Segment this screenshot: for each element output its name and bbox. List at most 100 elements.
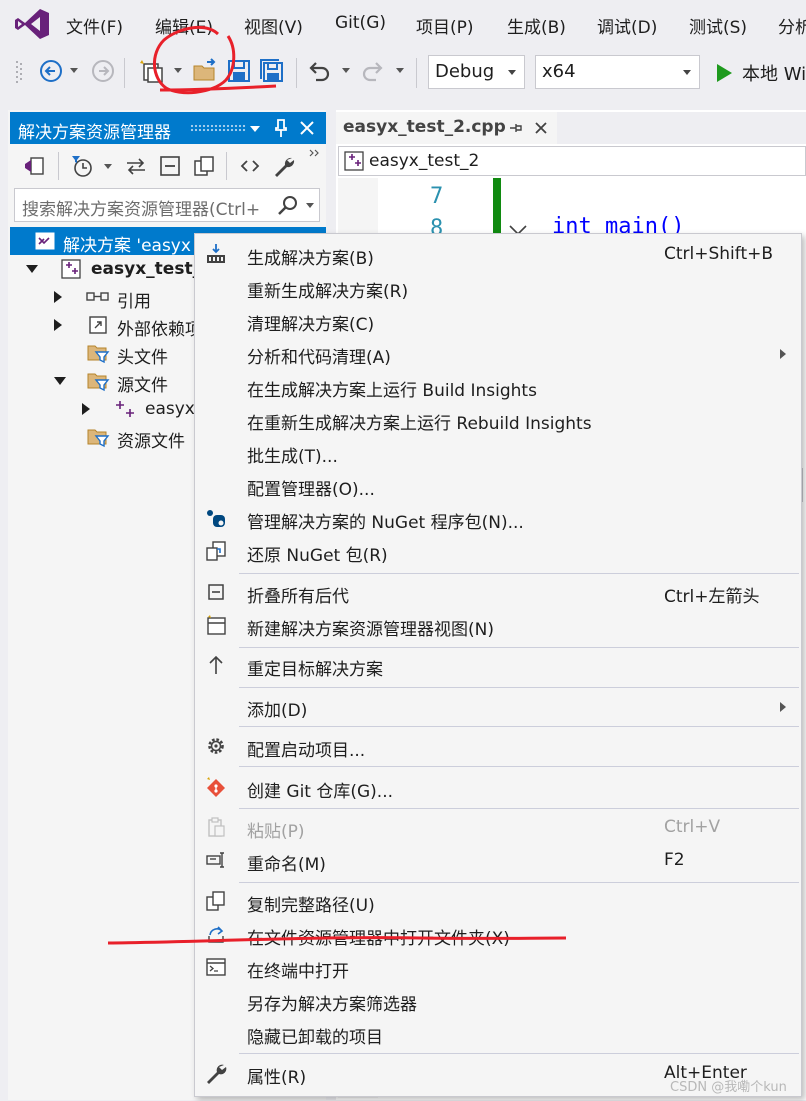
menu-item-paste[interactable]: 粘贴(P) Ctrl+V [195,812,801,842]
navigate-forward-icon[interactable] [90,58,116,84]
menu-item-open-in-file-explorer[interactable]: 在文件资源管理器中打开文件夹(X) [195,919,801,949]
solution-explorer-title: 解决方案资源管理器 [18,123,171,143]
menu-analyze[interactable]: 分析 [778,13,806,38]
menu-separator [239,882,799,883]
menu-item-manage-nuget[interactable]: 管理解决方案的 NuGet 程序包(N)... [195,503,801,533]
save-icon[interactable] [226,58,252,84]
chevron-down-icon [508,70,516,75]
solution-explorer-titlebar[interactable]: 解决方案资源管理器 [10,112,326,144]
solution-platform-value: x64 [542,61,576,82]
visual-studio-logo-icon [15,9,49,39]
toolbar-overflow-icon[interactable] [308,148,322,158]
menu-item-configuration-manager[interactable]: 配置管理器(O)... [195,470,801,500]
menu-item-build-insights[interactable]: 在生成解决方案上运行 Build Insights [195,371,801,401]
tree-item-label: 源文件 [117,376,168,396]
sync-with-active-document-icon[interactable] [124,154,148,178]
expander-closed-icon[interactable] [82,403,90,415]
menu-build[interactable]: 生成(B) [507,13,566,38]
expander-closed-icon[interactable] [54,291,62,303]
show-all-files-icon[interactable] [192,154,216,178]
cpp-file-icon [116,401,134,417]
properties-wrench-icon[interactable] [272,154,296,178]
filter-dropdown-icon[interactable] [104,164,112,169]
collapse-all-icon[interactable] [158,154,182,178]
toolbar-grip-icon[interactable] [14,58,24,88]
toolbar-separator [124,58,125,88]
menu-separator [239,687,799,688]
new-project-dropdown-icon[interactable] [174,68,182,73]
menu-project[interactable]: 项目(P) [416,13,474,38]
menu-item-batch-build[interactable]: 批生成(T)... [195,437,801,467]
start-debugging-label[interactable]: 本地 Wi [742,60,806,86]
menu-item-new-explorer-view[interactable]: 新建解决方案资源管理器视图(N) [195,610,801,640]
search-options-dropdown-icon[interactable] [306,203,314,208]
menu-item-hide-unloaded-projects[interactable]: 隐藏已卸载的项目 [195,1018,801,1048]
menu-view[interactable]: 视图(V) [244,13,303,38]
document-tab[interactable]: easyx_test_2.cpp [336,112,557,144]
line-number: 7 [430,184,444,209]
expander-closed-icon[interactable] [54,319,62,331]
menu-item-clean-solution[interactable]: 清理解决方案(C) [195,305,801,335]
expander-open-icon[interactable] [26,265,38,273]
menu-item-rebuild-solution[interactable]: 重新生成解决方案(R) [195,272,801,302]
menu-item-build-solution[interactable]: 生成解决方案(B) Ctrl+Shift+B [195,239,801,269]
submenu-arrow-icon [780,349,786,359]
preview-code-icon[interactable] [238,154,262,178]
menu-item-label: 添加(D) [247,701,308,721]
menu-item-analyze-code-cleanup[interactable]: 分析和代码清理(A) [195,338,801,368]
switch-views-icon[interactable] [22,154,46,178]
start-debugging-play-icon[interactable] [714,62,734,84]
menu-item-create-git-repo[interactable]: 创建 Git 仓库(G)... [195,772,801,802]
toolbar-separator [296,58,297,88]
undo-dropdown-icon[interactable] [342,68,350,73]
search-icon[interactable] [277,194,299,216]
menu-item-rename[interactable]: 重命名(M) F2 [195,845,801,875]
menu-item-retarget-solution[interactable]: 重定目标解决方案 [195,650,801,680]
menu-item-restore-nuget[interactable]: 还原 NuGet 包(R) [195,536,801,566]
solution-platform-select[interactable]: x64 [535,55,700,89]
menu-test[interactable]: 测试(S) [689,13,747,38]
new-project-icon[interactable] [138,58,164,84]
menu-bar: 文件(F) 编辑(E) 视图(V) Git(G) 项目(P) 生成(B) 调试(… [0,0,806,48]
close-tab-icon[interactable] [533,120,549,136]
menu-file[interactable]: 文件(F) [66,13,123,38]
pending-changes-filter-icon[interactable] [70,154,94,178]
solution-explorer-search-input[interactable]: 搜索解决方案资源管理器(Ctrl+ [14,188,320,222]
menu-item-label: 隐藏已卸载的项目 [247,1028,383,1048]
open-file-icon[interactable] [192,58,218,84]
menu-item-copy-full-path[interactable]: 复制完整路径(U) [195,886,801,916]
undo-icon[interactable] [306,58,332,84]
menu-item-label: 复制完整路径(U) [247,896,375,916]
menu-item-save-as-filter[interactable]: 另存为解决方案筛选器 [195,985,801,1015]
menu-item-open-in-terminal[interactable]: 在终端中打开 [195,952,801,982]
solution-configuration-select[interactable]: Debug [428,55,525,89]
rename-icon [206,852,224,868]
save-all-icon[interactable] [259,58,285,84]
menu-item-add[interactable]: 添加(D) [195,691,801,721]
close-icon[interactable] [298,119,316,137]
pin-icon[interactable] [272,118,290,138]
pin-tab-icon[interactable] [508,120,524,136]
menu-debug[interactable]: 调试(D) [597,13,657,38]
redo-icon[interactable] [360,58,386,84]
window-position-dropdown-icon[interactable] [250,126,260,132]
menu-git[interactable]: Git(G) [335,13,386,33]
toolbar-separator [416,58,417,88]
document-tab-label: easyx_test_2.cpp [343,117,506,137]
menu-item-label: 重定目标解决方案 [247,660,383,680]
menu-separator [239,573,799,574]
navigation-bar-project-select[interactable]: easyx_test_2 [338,146,806,176]
menu-edit[interactable]: 编辑(E) [155,13,213,38]
references-icon [86,292,109,301]
menu-item-collapse-all[interactable]: 折叠所有后代 Ctrl+左箭头 [195,577,801,607]
tree-item-label: 引用 [117,292,151,312]
redo-dropdown-icon[interactable] [396,68,404,73]
navigate-back-icon[interactable] [38,58,64,84]
cpp-project-icon [344,151,364,171]
menu-item-rebuild-insights[interactable]: 在重新生成解决方案上运行 Rebuild Insights [195,404,801,434]
build-icon [207,244,225,263]
back-dropdown-icon[interactable] [70,68,78,73]
menu-item-configure-startup[interactable]: 配置启动项目... [195,731,801,761]
expander-open-icon[interactable] [54,377,66,385]
git-icon [207,777,225,797]
